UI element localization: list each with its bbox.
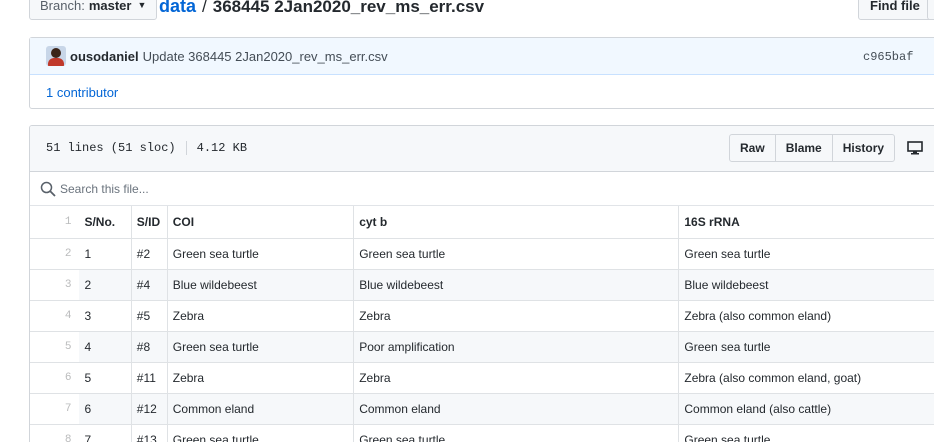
search-input[interactable] [60,181,360,196]
table-cell: 5 [79,361,132,393]
table-cell: #8 [131,330,168,362]
commit-info-box: ousodaniel Update 368445 2Jan2020_rev_ms… [29,37,934,109]
breadcrumb-repo-link[interactable]: data [159,0,196,17]
branch-selector-button[interactable]: Branch: master ▼ [29,0,158,20]
commit-sha[interactable]: c965baf [863,50,913,64]
table-row: 5 4 #8 Green sea turtle Poor amplificati… [30,330,934,362]
table-row: 6 5 #11 Zebra Zebra Zebra (also common e… [30,361,934,393]
table-row: 2 1 #2 Green sea turtle Green sea turtle… [30,237,934,269]
column-header: S/ID [131,206,168,238]
line-number[interactable]: 5 [30,330,80,362]
find-file-button[interactable]: Find file [858,0,932,20]
table-cell: #12 [131,392,168,424]
column-header: COI [167,206,355,238]
table-row: 4 3 #5 Zebra Zebra Zebra (also common el… [30,299,934,331]
table-cell: Green sea turtle [678,330,934,362]
file-header: 51 lines (51 sloc) 4.12 KB Raw Blame His… [30,126,934,172]
breadcrumb: data / 368445 2Jan2020_rev_ms_err.csv [159,0,484,17]
line-number[interactable]: 2 [30,237,80,269]
commit-tease: ousodaniel Update 368445 2Jan2020_rev_ms… [30,38,934,75]
table-cell: Green sea turtle [167,330,355,362]
file-actions-group: Raw Blame History [729,134,896,162]
line-number[interactable]: 1 [30,206,79,238]
table-cell: Green sea turtle [353,423,680,442]
table-cell: Zebra [353,361,680,393]
file-viewer: 51 lines (51 sloc) 4.12 KB Raw Blame His… [29,125,934,442]
more-actions-button[interactable] [927,0,934,20]
branch-name: master [88,0,132,13]
table-cell: 4 [79,330,132,362]
column-header: cyt b [353,206,680,238]
table-row: 7 6 #12 Common eland Common eland Common… [30,392,934,424]
blame-button[interactable]: Blame [774,134,833,162]
table-cell: Blue wildebeest [353,268,680,300]
table-cell: 3 [79,299,132,331]
table-cell: Green sea turtle [678,237,934,269]
table-header-row: 1 S/No. S/ID COI cyt b 16S rRNA [30,206,934,238]
table-cell: Green sea turtle [353,237,680,269]
line-number[interactable]: 8 [30,423,80,442]
raw-button[interactable]: Raw [729,134,776,162]
line-number[interactable]: 6 [30,361,80,393]
table-cell: Blue wildebeest [678,268,934,300]
table-cell: Blue wildebeest [167,268,355,300]
line-number[interactable]: 4 [30,299,80,331]
table-cell: 6 [79,392,132,424]
table-cell: Zebra (also common eland) [678,299,934,331]
table-cell: Poor amplification [353,330,680,362]
table-row: 8 7 #13 Green sea turtle Green sea turtl… [30,423,934,442]
breadcrumb-filename: 368445 2Jan2020_rev_ms_err.csv [212,0,485,16]
search-icon [40,181,56,197]
desktop-icon[interactable] [907,140,923,156]
contributors-link[interactable]: 1 contributor [46,85,118,100]
table-cell: Green sea turtle [167,423,355,442]
table-cell: Common eland (also cattle) [678,392,934,424]
file-line-count: 51 lines (51 sloc) [46,141,176,155]
column-header: 16S rRNA [678,206,934,238]
history-button[interactable]: History [831,134,896,162]
line-number[interactable]: 7 [30,392,80,424]
breadcrumb-separator: / [202,0,207,16]
line-number[interactable]: 3 [30,268,80,300]
contributors-row: 1 contributor [30,75,934,109]
table-cell: 2 [79,268,132,300]
csv-table: 1 S/No. S/ID COI cyt b 16S rRNA 2 1 #2 G… [30,206,934,442]
table-cell: #4 [131,268,168,300]
table-cell: #2 [131,237,168,269]
table-cell: #11 [131,361,168,393]
divider [185,141,187,155]
table-cell: Common eland [167,392,355,424]
table-cell: Green sea turtle [167,237,355,269]
commit-author[interactable]: ousodaniel [70,49,139,64]
table-cell: #13 [131,423,168,442]
table-cell: Zebra [353,299,680,331]
caret-down-icon: ▼ [137,0,147,10]
table-cell: #5 [131,299,168,331]
table-cell: 1 [79,237,132,269]
avatar[interactable] [46,46,66,66]
table-cell: Green sea turtle [678,423,934,442]
commit-message[interactable]: Update 368445 2Jan2020_rev_ms_err.csv [143,49,388,64]
file-size: 4.12 KB [196,141,248,155]
table-cell: 7 [79,423,132,442]
table-cell: Zebra [167,361,355,393]
table-cell: Zebra (also common eland, goat) [678,361,934,393]
table-cell: Common eland [353,392,680,424]
table-cell: Zebra [167,299,355,331]
branch-prefix: Branch: [40,0,85,13]
file-info: 51 lines (51 sloc) 4.12 KB [46,141,247,155]
search-row [30,172,934,206]
table-row: 3 2 #4 Blue wildebeest Blue wildebeest B… [30,268,934,300]
column-header: S/No. [79,206,132,238]
